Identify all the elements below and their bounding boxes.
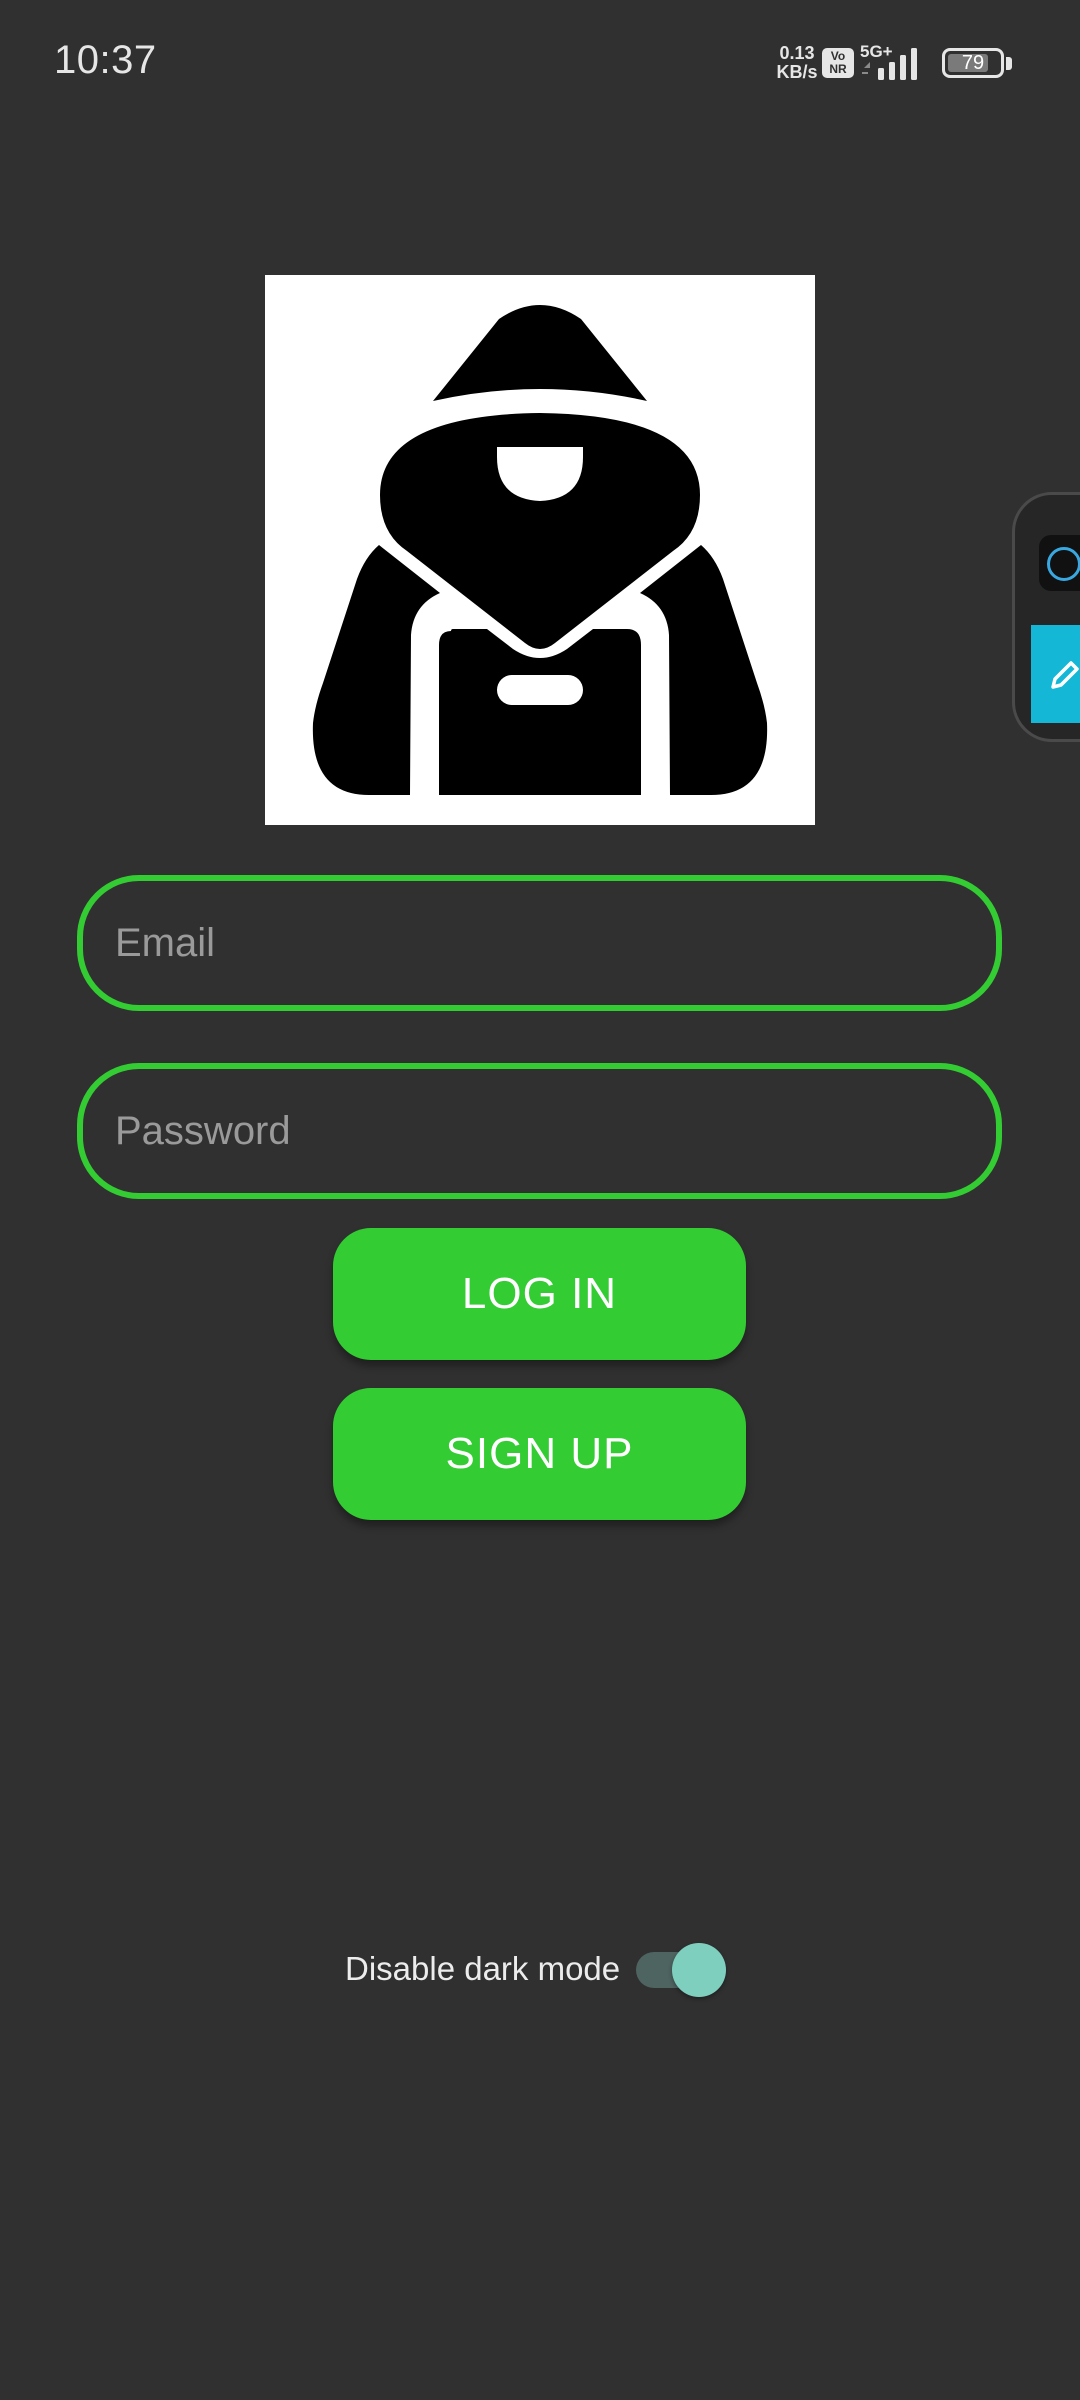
- signup-button[interactable]: SIGN UP: [333, 1388, 746, 1520]
- email-field-frame: [77, 875, 1002, 1011]
- network-speed: 0.13 KB/s: [772, 44, 822, 82]
- edit-pencil-icon: [1051, 661, 1079, 689]
- email-field[interactable]: [83, 881, 996, 1005]
- password-field[interactable]: [83, 1069, 996, 1193]
- edit-button[interactable]: [1031, 625, 1080, 723]
- status-bar: 10:37 0.13 KB/s Vo NR 5G+ 79: [0, 0, 1080, 125]
- network-speed-unit: KB/s: [776, 62, 818, 82]
- network-speed-value: 0.13: [779, 43, 815, 63]
- dark-mode-label: Disable dark mode: [345, 1950, 621, 1987]
- battery-icon: 79: [942, 48, 1004, 78]
- battery-tip: [1006, 57, 1012, 70]
- app-badge-icon: [1047, 547, 1080, 581]
- app-logo: [265, 275, 815, 825]
- battery-level: 79: [961, 52, 985, 74]
- password-field-frame: [77, 1063, 1002, 1199]
- vonr-badge: Vo NR: [822, 48, 854, 78]
- dark-mode-switch[interactable]: [636, 1943, 728, 1997]
- login-button[interactable]: LOG IN: [333, 1228, 746, 1360]
- floating-sidebar-widget[interactable]: [1012, 492, 1080, 742]
- signal-bars-icon: [862, 48, 917, 80]
- hooded-figure-with-backpack-icon: [312, 305, 768, 795]
- login-screen: 10:37 0.13 KB/s Vo NR 5G+ 79 Email LOG I…: [0, 0, 1080, 2400]
- vonr-badge-bottom: NR: [829, 62, 847, 76]
- status-time: 10:37: [54, 38, 157, 82]
- switch-thumb[interactable]: [672, 1943, 726, 1997]
